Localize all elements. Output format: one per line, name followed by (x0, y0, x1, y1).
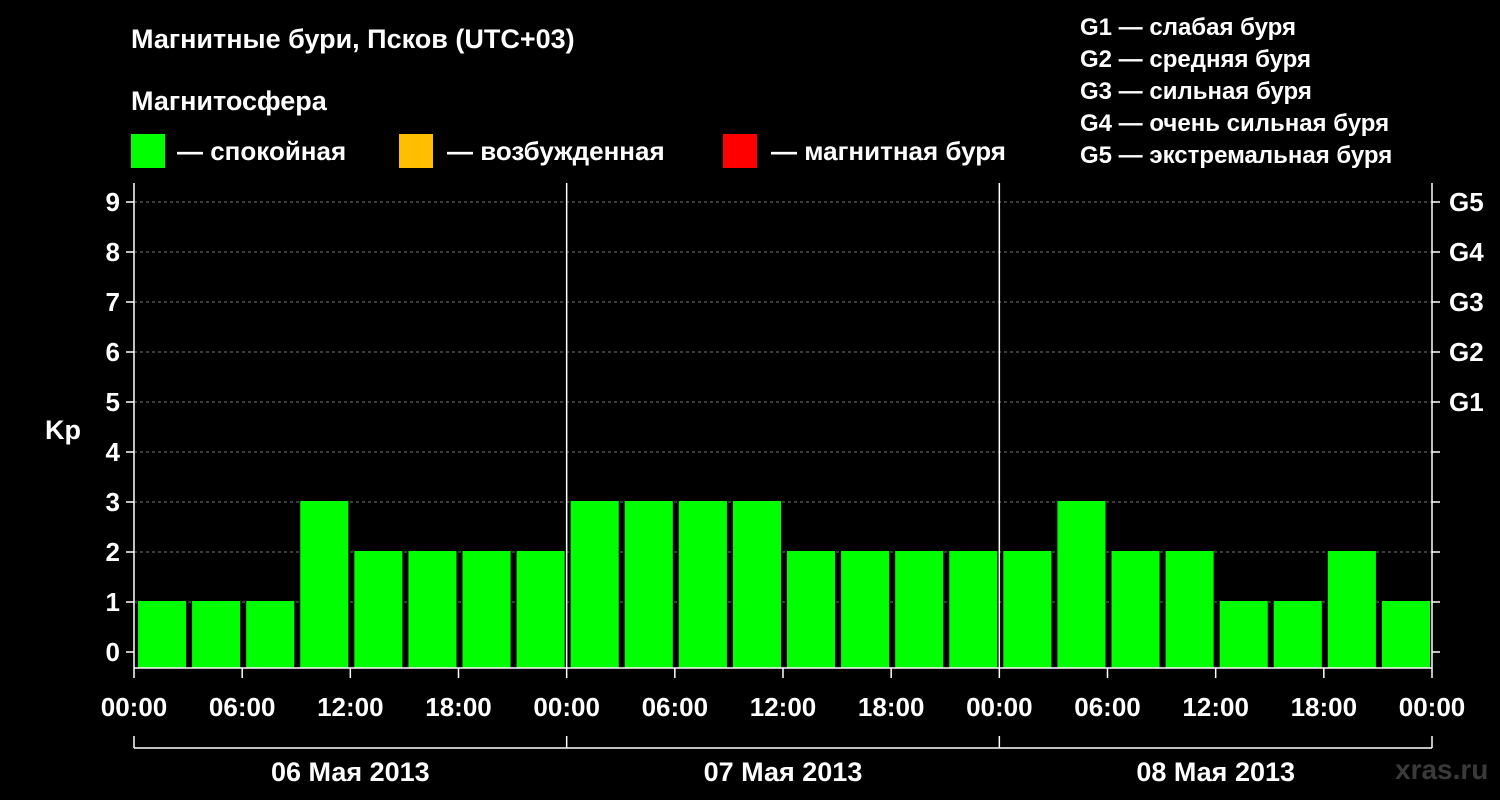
kp-bar (1381, 601, 1430, 668)
x-tick-label: 06:00 (1074, 692, 1141, 722)
kp-bar (462, 551, 511, 668)
kp-bar (570, 501, 619, 668)
x-tick-label: 12:00 (750, 692, 817, 722)
kp-bar (300, 501, 349, 668)
y-tick-label: 6 (106, 337, 120, 367)
x-tick-label: 00:00 (1399, 692, 1466, 722)
y-tick-label: 3 (106, 487, 120, 517)
day-label: 07 Мая 2013 (704, 757, 863, 787)
kp-bar (138, 601, 187, 668)
kp-bar (787, 551, 836, 668)
kp-bar (1111, 551, 1160, 668)
g-tick-label: G3 (1449, 287, 1484, 317)
day-label: 06 Мая 2013 (271, 757, 430, 787)
x-tick-label: 06:00 (209, 692, 276, 722)
y-tick-label: 1 (106, 587, 120, 617)
x-tick-label: 18:00 (425, 692, 492, 722)
x-tick-label: 00:00 (966, 692, 1033, 722)
kp-bar (516, 551, 565, 668)
x-tick-label: 12:00 (317, 692, 384, 722)
g-tick-label: G2 (1449, 337, 1484, 367)
kp-bar (949, 551, 998, 668)
kp-bar (678, 501, 727, 668)
x-tick-label: 18:00 (1291, 692, 1358, 722)
kp-bar (408, 551, 457, 668)
kp-bar (1273, 601, 1322, 668)
g-tick-label: G5 (1449, 187, 1484, 217)
kp-bar (1165, 551, 1214, 668)
y-tick-label: 9 (106, 187, 120, 217)
kp-bar (354, 551, 403, 668)
y-tick-label: 8 (106, 237, 120, 267)
y-axis-label: Kp (45, 415, 81, 445)
y-tick-label: 5 (106, 387, 120, 417)
kp-bar (1003, 551, 1052, 668)
x-tick-label: 18:00 (858, 692, 925, 722)
y-tick-label: 0 (106, 637, 120, 667)
watermark: xras.ru (1395, 754, 1489, 785)
g-tick-label: G4 (1449, 237, 1484, 267)
y-tick-label: 7 (106, 287, 120, 317)
y-tick-label: 4 (106, 437, 121, 467)
kp-bar (624, 501, 673, 668)
kp-bar (732, 501, 781, 668)
kp-bar (841, 551, 890, 668)
kp-chart: 0 1 2 3 4 5 6 7 8 9 Kp G1 G2 G3 G4 G5 00:00 06:00 12:00 18:… (45, 183, 1484, 787)
kp-bar (1057, 501, 1106, 668)
kp-bar (895, 551, 944, 668)
x-tick-label: 06:00 (642, 692, 709, 722)
kp-bar (1327, 551, 1376, 668)
y-tick-label: 2 (106, 537, 120, 567)
kp-bar (1219, 601, 1268, 668)
kp-bar (246, 601, 295, 668)
x-tick-label: 12:00 (1182, 692, 1249, 722)
x-tick-label: 00:00 (533, 692, 600, 722)
x-tick-label: 00:00 (101, 692, 168, 722)
kp-bar (192, 601, 241, 668)
day-label: 08 Мая 2013 (1136, 757, 1295, 787)
g-tick-label: G1 (1449, 387, 1484, 417)
